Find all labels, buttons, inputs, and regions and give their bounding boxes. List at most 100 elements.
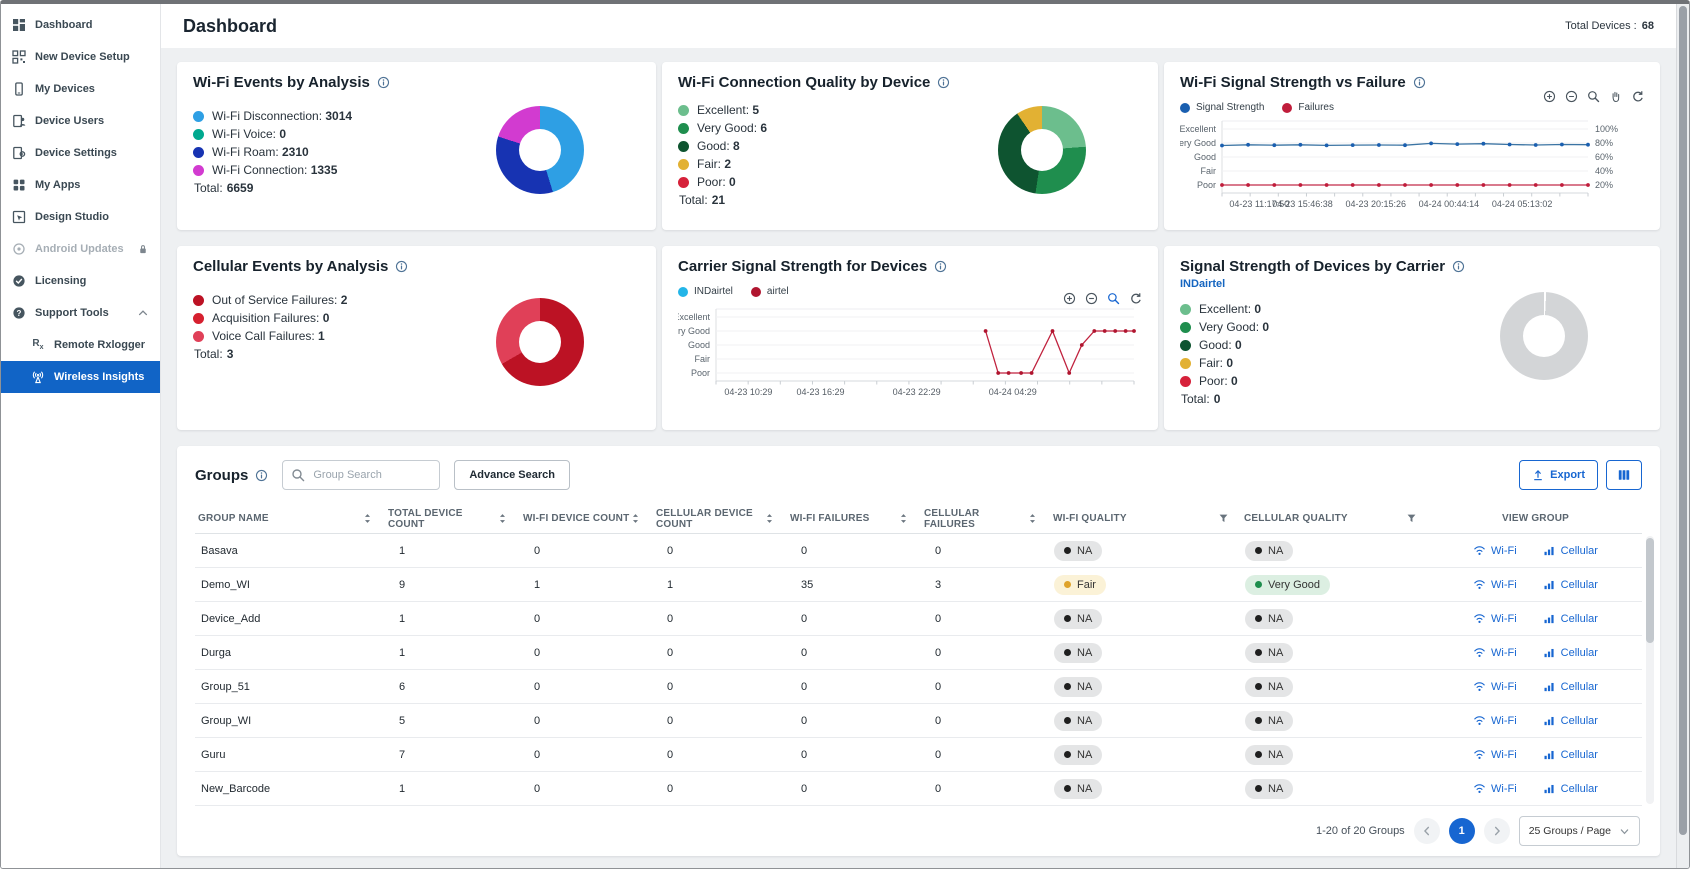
line-chart[interactable]: Excellent100%Very Good80%Good60%Fair40%P…: [1180, 117, 1644, 213]
sidebar-item-design-studio[interactable]: Design Studio: [1, 201, 160, 233]
app-window: DashboardNew Device SetupMy DevicesDevic…: [0, 0, 1690, 869]
cell-cellular-quality: NA: [1241, 711, 1429, 731]
cell-cellular-quality: NA: [1241, 677, 1429, 697]
reset-icon[interactable]: [1631, 90, 1644, 103]
view-cellular-link[interactable]: Cellular: [1543, 544, 1598, 557]
legend-item: Out of Service Failures: 2: [193, 291, 640, 309]
sort-icon[interactable]: [630, 513, 641, 524]
sidebar-item-my-apps[interactable]: My Apps: [1, 169, 160, 201]
sidebar-item-new-device-setup[interactable]: New Device Setup: [1, 41, 160, 73]
donut-chart: [1500, 292, 1588, 380]
column-label: CELLULAR FAILURES: [924, 508, 1027, 530]
view-cellular-link[interactable]: Cellular: [1543, 612, 1598, 625]
info-icon[interactable]: [377, 76, 390, 89]
export-button[interactable]: Export: [1519, 460, 1598, 490]
view-wi-fi-link[interactable]: Wi-Fi: [1473, 578, 1517, 591]
sidebar-item-wireless-insights[interactable]: Wireless Insights: [1, 361, 160, 393]
legend-dot: [193, 129, 204, 140]
status-dot: [1064, 547, 1071, 554]
zoom-in-icon[interactable]: [1543, 90, 1556, 103]
cellular-icon: [1543, 748, 1556, 761]
sidebar-item-remote-rxlogger[interactable]: RxRemote Rxlogger: [1, 329, 160, 361]
view-link-label: Cellular: [1561, 613, 1598, 625]
view-cellular-link[interactable]: Cellular: [1543, 578, 1598, 591]
pan-icon[interactable]: [1609, 90, 1622, 103]
carrier-name[interactable]: INDairtel: [1180, 278, 1644, 290]
sort-icon[interactable]: [1027, 513, 1038, 524]
scrollbar-thumb[interactable]: [1646, 538, 1654, 643]
info-icon[interactable]: [934, 260, 947, 273]
view-wi-fi-link[interactable]: Wi-Fi: [1473, 680, 1517, 693]
view-wi-fi-link[interactable]: Wi-Fi: [1473, 544, 1517, 557]
sidebar-item-dashboard[interactable]: Dashboard: [1, 9, 160, 41]
current-page-button[interactable]: 1: [1449, 818, 1475, 844]
info-icon[interactable]: [395, 260, 408, 273]
sidebar-item-device-users[interactable]: Device Users: [1, 105, 160, 137]
sort-icon[interactable]: [898, 513, 909, 524]
per-page-select[interactable]: 25 Groups / Page: [1519, 816, 1640, 846]
legend-dot: [678, 177, 689, 188]
info-icon[interactable]: [1413, 76, 1426, 89]
sidebar-item-my-devices[interactable]: My Devices: [1, 73, 160, 105]
sort-icon[interactable]: [764, 513, 775, 524]
legend-label: Poor: 0: [697, 175, 736, 189]
group-search[interactable]: [282, 460, 440, 490]
total-devices: Total Devices : 68: [1565, 20, 1654, 32]
view-wi-fi-link[interactable]: Wi-Fi: [1473, 612, 1517, 625]
filter-icon[interactable]: [1406, 513, 1417, 524]
chevron-up-icon[interactable]: [137, 307, 149, 319]
cell-wifi-failures: 0: [787, 749, 921, 761]
status-dot: [1064, 683, 1071, 690]
view-link-label: Wi-Fi: [1491, 545, 1517, 557]
window-scrollbar[interactable]: [1676, 4, 1689, 868]
sidebar-item-android-updates[interactable]: Android Updates: [1, 233, 160, 265]
cell-group-name: Demo_WI: [195, 579, 385, 591]
wifi-icon: [1473, 714, 1486, 727]
main-content: Wi-Fi Events by Analysis Wi-Fi Disconnec…: [161, 48, 1676, 868]
table-scrollbar[interactable]: [1646, 536, 1654, 804]
sort-icon[interactable]: [497, 513, 508, 524]
view-cellular-link[interactable]: Cellular: [1543, 714, 1598, 727]
sidebar-item-device-settings[interactable]: Device Settings: [1, 137, 160, 169]
sidebar-item-support-tools[interactable]: ?Support Tools: [1, 297, 160, 329]
view-cellular-link[interactable]: Cellular: [1543, 646, 1598, 659]
view-wi-fi-link[interactable]: Wi-Fi: [1473, 748, 1517, 761]
status-dot: [1255, 615, 1262, 622]
view-cellular-link[interactable]: Cellular: [1543, 680, 1598, 693]
info-icon[interactable]: [937, 76, 950, 89]
sort-icon[interactable]: [362, 513, 373, 524]
groups-header: Groups Advance Search Export: [195, 460, 1642, 490]
next-page-button[interactable]: [1484, 818, 1510, 844]
columns-button[interactable]: [1606, 460, 1642, 490]
view-wi-fi-link[interactable]: Wi-Fi: [1473, 782, 1517, 795]
info-icon[interactable]: [1452, 260, 1465, 273]
zoom-out-icon[interactable]: [1085, 292, 1098, 305]
reset-icon[interactable]: [1129, 292, 1142, 305]
card-signal-strength-by-carrier: Signal Strength of Devices by Carrier IN…: [1164, 246, 1660, 430]
info-icon[interactable]: [255, 469, 268, 482]
filter-icon[interactable]: [1218, 513, 1229, 524]
legend-label: Excellent: 5: [697, 103, 759, 117]
chart-toolbar: [1063, 292, 1142, 305]
cell-view-group: Wi-Fi Cellular: [1429, 714, 1642, 727]
zoom-out-icon[interactable]: [1565, 90, 1578, 103]
view-wi-fi-link[interactable]: Wi-Fi: [1473, 646, 1517, 659]
advance-search-button[interactable]: Advance Search: [454, 460, 570, 490]
zoom-select-icon[interactable]: [1587, 90, 1600, 103]
sidebar-item-licensing[interactable]: Licensing: [1, 265, 160, 297]
view-cellular-link[interactable]: Cellular: [1543, 782, 1598, 795]
line-chart[interactable]: ExcellentVery GoodGoodFairPoor04-23 10:2…: [678, 305, 1142, 401]
group-search-input[interactable]: [311, 468, 429, 482]
card-title-text: Wi-Fi Connection Quality by Device: [678, 74, 930, 91]
view-cellular-link[interactable]: Cellular: [1543, 748, 1598, 761]
cell-group-name: Basava: [195, 545, 385, 557]
view-wi-fi-link[interactable]: Wi-Fi: [1473, 714, 1517, 727]
column-header-wi-fi-quality: WI-FI QUALITY: [1050, 513, 1241, 524]
licensing-icon: [12, 274, 26, 288]
prev-page-button[interactable]: [1414, 818, 1440, 844]
legend-dot: [678, 123, 689, 134]
scrollbar-thumb[interactable]: [1679, 6, 1687, 835]
table-row: Durga10000NANAWi-FiCellular: [195, 636, 1642, 670]
zoom-in-icon[interactable]: [1063, 292, 1076, 305]
zoom-select-icon[interactable]: [1107, 292, 1120, 305]
